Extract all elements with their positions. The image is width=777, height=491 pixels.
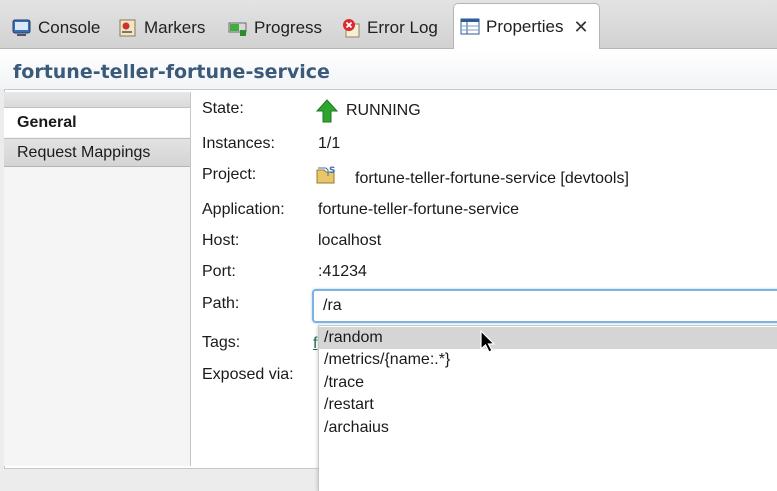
application-label: Application: — [202, 201, 285, 218]
state-value: RUNNING — [315, 99, 421, 123]
tab-label: Console — [38, 18, 101, 37]
autocomplete-option[interactable]: /restart — [319, 394, 777, 416]
project-value: S fortune-teller-fortune-service [devtoo… — [316, 164, 629, 187]
sidebar-item-request-mappings[interactable]: Request Mappings — [4, 138, 190, 167]
autocomplete-option[interactable]: /archaius — [319, 417, 777, 439]
console-icon — [12, 18, 32, 38]
tab-console[interactable]: Console — [12, 8, 100, 48]
progress-icon — [228, 18, 248, 38]
sidebar-item-label: Request Mappings — [17, 143, 151, 161]
instances-label: Instances: — [202, 135, 275, 152]
tab-markers[interactable]: Markers — [118, 8, 205, 48]
properties-header: fortune-teller-fortune-service — [0, 49, 777, 89]
autocomplete-option[interactable]: /trace — [319, 372, 777, 394]
project-label: Project: — [202, 166, 257, 183]
sidebar-item-general[interactable]: General — [4, 108, 190, 137]
tab-properties[interactable]: Properties ✕ — [453, 3, 600, 50]
tab-label: Progress — [254, 18, 323, 37]
sidebar-item-label: General — [17, 113, 77, 131]
host-value: localhost — [318, 232, 382, 249]
tags-label: Tags: — [202, 334, 241, 351]
markers-icon — [118, 18, 138, 38]
close-icon[interactable]: ✕ — [573, 17, 588, 38]
tab-progress[interactable]: Progress — [228, 8, 322, 48]
instances-value: 1/1 — [318, 135, 341, 152]
error-log-icon — [341, 18, 361, 38]
project-icon: S — [316, 164, 338, 186]
properties-icon — [460, 17, 480, 37]
state-text: RUNNING — [346, 102, 421, 119]
autocomplete-option[interactable]: /metrics/{name:.*} — [319, 349, 777, 371]
autocomplete-option[interactable]: /random — [319, 327, 777, 349]
page-title: fortune-teller-fortune-service — [13, 61, 330, 83]
application-value: fortune-teller-fortune-service — [318, 201, 519, 218]
host-label: Host: — [202, 232, 240, 249]
sidebar-top-strip — [4, 92, 190, 108]
view-tab-bar: Console Markers Progress Error Log Prope… — [0, 0, 777, 50]
tab-label: Markers — [144, 18, 206, 37]
path-input[interactable]: /ra — [312, 289, 777, 323]
project-text: fortune-teller-fortune-service [devtools… — [355, 170, 629, 187]
port-label: Port: — [202, 263, 236, 280]
state-label: State: — [202, 100, 244, 117]
tab-label: Properties — [486, 17, 564, 36]
path-label: Path: — [202, 295, 240, 312]
mouse-pointer-icon — [480, 329, 496, 359]
exposed-via-label: Exposed via: — [202, 366, 294, 383]
running-arrow-icon — [315, 99, 339, 123]
port-value: :41234 — [318, 263, 367, 280]
svg-text:S: S — [329, 166, 335, 176]
tab-label: Error Log — [367, 18, 438, 37]
tab-error-log[interactable]: Error Log — [341, 8, 438, 48]
path-autocomplete-list[interactable]: /random /metrics/{name:.*} /trace /resta… — [318, 325, 777, 491]
